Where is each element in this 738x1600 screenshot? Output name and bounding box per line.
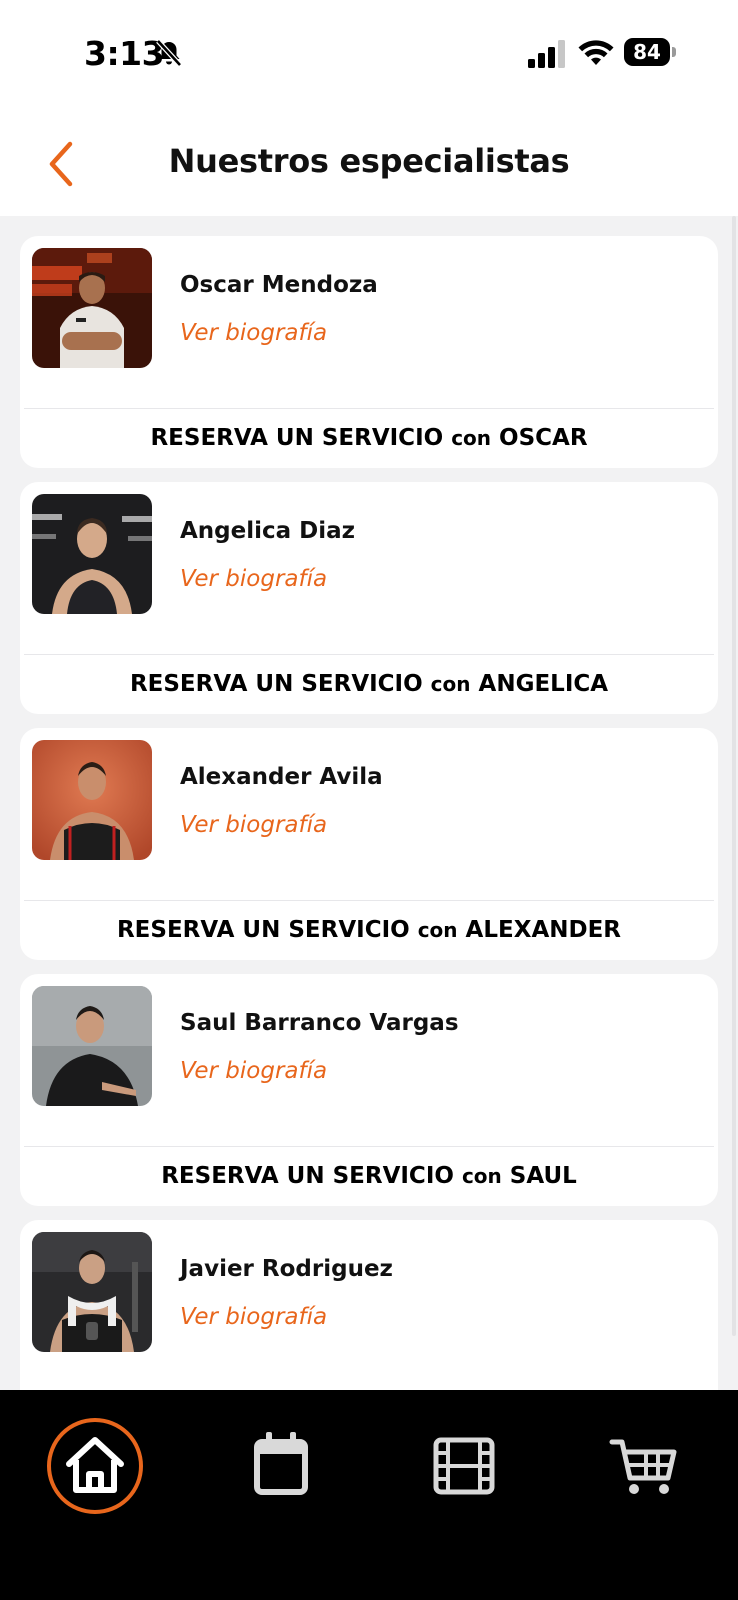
reserve-prefix: RESERVA UN SERVICIO — [116, 917, 418, 943]
specialist-name: Oscar Mendoza — [180, 272, 378, 298]
reserve-name: SAUL — [501, 1163, 577, 1189]
specialist-photo[interactable] — [32, 248, 152, 368]
reserve-prefix: RESERVA UN SERVICIO — [161, 1163, 462, 1189]
specialist-photo[interactable] — [32, 494, 152, 614]
photo-oscar — [32, 248, 152, 368]
wifi-icon — [578, 40, 614, 65]
calendar-icon — [254, 1432, 308, 1495]
status-bar: 3:13 84 — [0, 0, 738, 110]
specialist-card: Alexander Avila Ver biografía RESERVA UN… — [20, 728, 718, 960]
reserve-prefix: RESERVA UN SERVICIO — [129, 671, 431, 697]
nav-cart[interactable] — [598, 1418, 694, 1514]
reserve-button[interactable]: RESERVA UN SERVICIO con ALEXANDER — [20, 901, 718, 960]
specialist-photo[interactable] — [32, 740, 152, 860]
photo-angelica — [32, 494, 152, 614]
bio-link[interactable]: Ver biografía — [180, 1304, 327, 1330]
specialist-list[interactable]: Oscar Mendoza Ver biografía RESERVA UN S… — [0, 216, 738, 1390]
header: Nuestros especialistas — [0, 110, 738, 216]
battery-cap — [672, 47, 676, 57]
specialist-card: Angelica Diaz Ver biografía RESERVA UN S… — [20, 482, 718, 714]
specialist-card: Saul Barranco Vargas Ver biografía RESER… — [20, 974, 718, 1206]
bio-link[interactable]: Ver biografía — [180, 566, 327, 592]
bio-link[interactable]: Ver biografía — [180, 1058, 327, 1084]
reserve-button[interactable]: RESERVA UN SERVICIO con OSCAR — [20, 409, 718, 468]
reserve-prefix: RESERVA UN SERVICIO — [150, 425, 452, 451]
bio-link[interactable]: Ver biografía — [180, 320, 327, 346]
reserve-con: con — [430, 672, 471, 696]
specialist-name: Angelica Diaz — [180, 518, 356, 544]
reserve-name: ANGELICA — [470, 671, 609, 697]
nav-calendar[interactable] — [233, 1418, 329, 1514]
status-time: 3:13 — [84, 34, 165, 73]
screen: 3:13 84 Nuestros especialistas Oscar Men… — [0, 0, 738, 1600]
photo-javier — [32, 1232, 152, 1352]
bio-link[interactable]: Ver biografía — [180, 812, 327, 838]
battery-level: 84 — [624, 38, 670, 66]
scrollbar[interactable] — [732, 216, 736, 1336]
specialist-photo[interactable] — [32, 1232, 152, 1352]
home-icon — [66, 1437, 124, 1493]
nav-videos[interactable] — [416, 1418, 512, 1514]
bottom-navigation — [0, 1390, 738, 1600]
specialist-photo[interactable] — [32, 986, 152, 1106]
reserve-con: con — [461, 1164, 502, 1188]
reserve-name: ALEXANDER — [457, 917, 622, 943]
nav-home[interactable] — [47, 1418, 143, 1514]
cellular-signal-icon — [528, 40, 565, 68]
photo-saul — [32, 986, 152, 1106]
specialist-card: Oscar Mendoza Ver biografía RESERVA UN S… — [20, 236, 718, 468]
film-icon — [433, 1437, 495, 1495]
reserve-con: con — [451, 426, 492, 450]
page-title: Nuestros especialistas — [168, 142, 570, 180]
specialist-name: Saul Barranco Vargas — [180, 1010, 459, 1036]
cart-icon — [609, 1439, 677, 1494]
reserve-name: OSCAR — [491, 425, 588, 451]
specialist-card: Javier Rodriguez Ver biografía — [20, 1220, 718, 1390]
photo-alexander — [32, 740, 152, 860]
specialist-name: Alexander Avila — [180, 764, 383, 790]
battery-indicator: 84 — [624, 38, 676, 68]
reserve-button[interactable]: RESERVA UN SERVICIO con SAUL — [20, 1147, 718, 1206]
specialist-name: Javier Rodriguez — [180, 1256, 393, 1282]
bell-muted-icon — [156, 39, 182, 67]
reserve-con: con — [417, 918, 458, 942]
reserve-button[interactable]: RESERVA UN SERVICIO con ANGELICA — [20, 655, 718, 714]
